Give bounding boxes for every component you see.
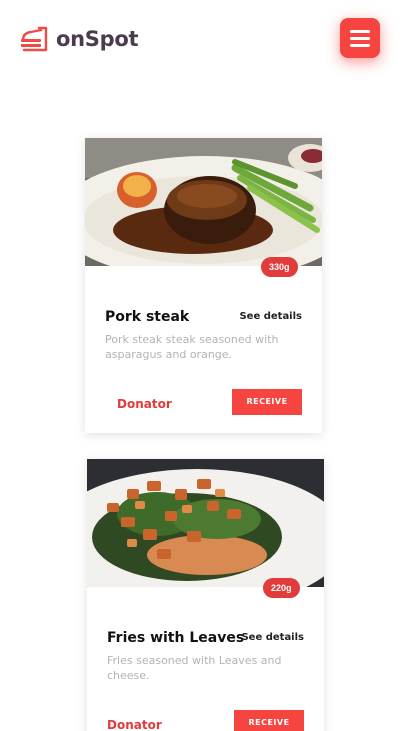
food-card[interactable]: 330g Pork steak See details Pork steak s… <box>85 138 322 433</box>
food-tray-icon <box>19 26 49 52</box>
weight-badge: 220g <box>263 578 300 598</box>
food-card[interactable]: 220g Fries with Leaves See details Fries… <box>87 459 324 731</box>
header: onSpot <box>0 0 411 80</box>
see-details-link[interactable]: See details <box>239 311 302 322</box>
app-name: onSpot <box>56 27 139 51</box>
donator-link[interactable]: Donator <box>107 718 162 731</box>
menu-button[interactable] <box>340 18 380 58</box>
donator-link[interactable]: Donator <box>117 397 172 411</box>
receive-button[interactable]: RECEIVE <box>232 389 302 415</box>
food-description: Fries seasoned with Leaves and cheese. <box>107 654 282 682</box>
logo[interactable]: onSpot <box>19 26 139 52</box>
page: onSpot 330g Pork steak See details Pork … <box>0 0 411 731</box>
food-photo <box>85 138 322 266</box>
receive-button[interactable]: RECEIVE <box>234 710 304 731</box>
food-title: Pork steak <box>105 309 190 325</box>
hamburger-menu-icon <box>350 29 370 33</box>
food-title: Fries with Leaves <box>107 630 245 646</box>
weight-badge: 330g <box>261 257 298 277</box>
see-details-link[interactable]: See details <box>241 632 304 643</box>
food-photo <box>87 459 324 587</box>
food-description: Pork steak steak seasoned with asparagus… <box>105 333 279 361</box>
